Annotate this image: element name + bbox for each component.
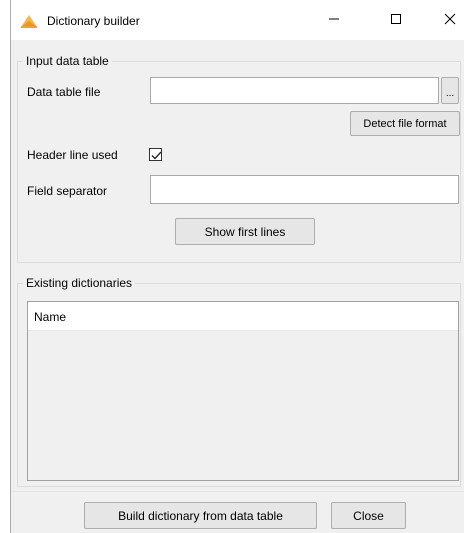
browse-button[interactable]: ... — [441, 77, 459, 104]
detect-file-format-label: Detect file format — [363, 117, 447, 130]
close-icon — [444, 13, 456, 28]
window-title: Dictionary builder — [47, 14, 140, 28]
minimize-button[interactable] — [311, 0, 357, 40]
title-bar[interactable]: Dictionary builder — [11, 0, 464, 40]
build-dictionary-button[interactable]: Build dictionary from data table — [84, 502, 317, 529]
data-table-file-label: Data table file — [27, 85, 101, 99]
header-line-used-label: Header line used — [27, 148, 118, 162]
existing-dictionaries-legend: Existing dictionaries — [23, 276, 136, 290]
field-separator-input[interactable] — [150, 175, 459, 204]
footer-separator — [11, 491, 464, 492]
dictionary-builder-window: Dictionary builder Input data table Data… — [10, 0, 464, 533]
header-line-used-checkbox[interactable] — [149, 148, 162, 161]
name-column-header[interactable]: Name — [34, 310, 66, 324]
field-separator-label: Field separator — [27, 184, 108, 198]
build-dictionary-label: Build dictionary from data table — [118, 508, 283, 523]
app-icon — [20, 13, 38, 29]
show-first-lines-label: Show first lines — [204, 224, 286, 239]
close-button[interactable]: Close — [331, 502, 406, 529]
dictionaries-table[interactable]: Name — [27, 301, 459, 481]
table-header: Name — [28, 302, 458, 331]
input-data-table-legend: Input data table — [23, 54, 112, 68]
close-window-button[interactable] — [427, 0, 464, 40]
checkmark-icon — [151, 151, 162, 160]
detect-file-format-button[interactable]: Detect file format — [350, 111, 460, 136]
data-table-file-input[interactable] — [150, 77, 439, 104]
minimize-icon — [328, 13, 340, 28]
close-label: Close — [353, 508, 384, 523]
maximize-icon — [390, 13, 402, 28]
maximize-button[interactable] — [373, 0, 419, 40]
show-first-lines-button[interactable]: Show first lines — [175, 218, 315, 245]
